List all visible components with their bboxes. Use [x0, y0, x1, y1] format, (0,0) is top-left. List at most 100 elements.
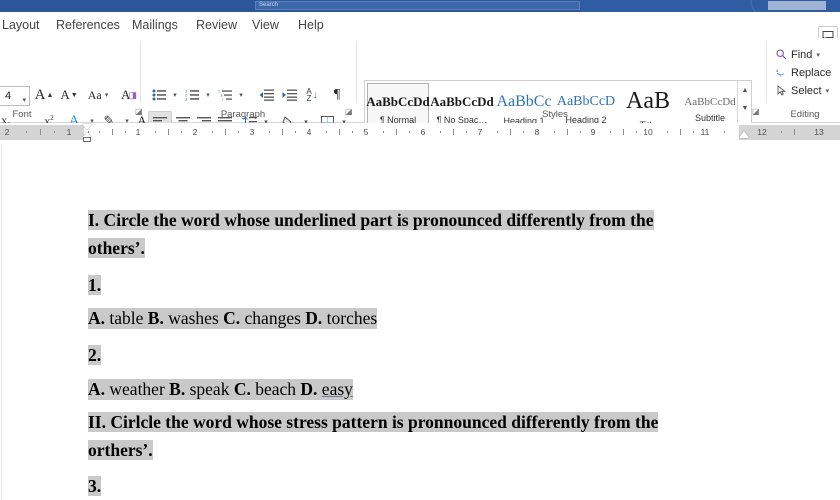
- svg-text:3: 3: [185, 97, 188, 102]
- style-sample: AaBbCc: [496, 93, 551, 111]
- paragraph-question-3[interactable]: 3.: [88, 476, 101, 497]
- replace-button[interactable]: a c Replace: [776, 64, 831, 81]
- grow-font-button[interactable]: A ▲: [32, 84, 56, 106]
- decrease-indent-button[interactable]: [255, 84, 277, 106]
- option-word: torches: [327, 308, 378, 328]
- editing-group-label: Editing: [780, 109, 830, 120]
- down-caret-icon: ▼: [71, 92, 78, 99]
- document-canvas[interactable]: I. Circle the word whose underlined part…: [0, 144, 840, 500]
- ruler-tick: 7: [473, 125, 487, 140]
- option-letter: B.: [148, 308, 164, 328]
- show-formatting-marks-button[interactable]: ¶: [326, 84, 348, 106]
- text-run: II. Cirlcle the word whose stress patter…: [88, 412, 658, 432]
- horizontal-ruler[interactable]: 2 1 1 2 3 4 5 6 7 8 9 10 11 12 13: [0, 123, 840, 144]
- ruler-tick: 4: [302, 125, 316, 140]
- sort-button[interactable]: AZ ↓: [301, 84, 323, 106]
- paragraph-answers-2[interactable]: A. weather B. speak C. beach D. easy: [88, 379, 353, 400]
- tab-references[interactable]: References: [50, 16, 126, 35]
- ruler-tick: 9: [586, 125, 600, 140]
- ruler-tick: 6: [416, 125, 430, 140]
- style-name: Subtitle: [695, 113, 725, 123]
- option-word: table: [109, 308, 143, 328]
- decrease-indent-icon: [259, 89, 274, 101]
- paragraph-heading-2-line-2[interactable]: orthers’.: [88, 440, 153, 461]
- sort-az-icon: AZ: [306, 88, 311, 102]
- chevron-down-icon: ▾: [105, 91, 109, 99]
- title-bar: Search: [0, 0, 840, 12]
- option-word-underlined: easy: [322, 379, 353, 399]
- text-run: I. Circle the word whose underlined part…: [88, 210, 654, 230]
- shrink-font-icon: A: [60, 87, 69, 103]
- grow-font-icon: A: [35, 87, 46, 104]
- sort-arrow-icon: ↓: [313, 90, 318, 101]
- style-sample: AaBbCcDd: [684, 96, 735, 108]
- paragraph-heading-1-line-1[interactable]: I. Circle the word whose underlined part…: [88, 210, 654, 231]
- clear-formatting-button[interactable]: A ◨: [117, 84, 141, 106]
- paragraph-heading-1-line-2[interactable]: others’.: [88, 238, 145, 259]
- option-letter: A.: [88, 308, 105, 328]
- chevron-down-icon: ▾: [206, 91, 210, 99]
- text-run: others’.: [88, 238, 145, 258]
- paragraph-heading-2-line-1[interactable]: II. Cirlcle the word whose stress patter…: [88, 412, 658, 433]
- numbering-dropdown[interactable]: ▾: [202, 84, 214, 106]
- shrink-font-button[interactable]: A ▼: [57, 84, 81, 106]
- ruler-tick: 1: [131, 125, 145, 140]
- paragraph-group-label: Paragraph: [208, 109, 278, 120]
- text-run: 2.: [88, 345, 101, 365]
- numbered-list-icon: 1 2 3: [185, 89, 200, 101]
- option-letter: C.: [234, 379, 251, 399]
- find-label: Find: [791, 49, 812, 61]
- text-run: 3.: [88, 476, 101, 496]
- select-label: Select: [791, 85, 822, 97]
- document-page[interactable]: I. Circle the word whose underlined part…: [1, 144, 839, 500]
- replace-label: Replace: [791, 67, 831, 79]
- option-letter: C.: [223, 308, 240, 328]
- search-box[interactable]: Search: [255, 1, 580, 10]
- styles-dialog-launcher[interactable]: ◪: [752, 108, 760, 116]
- bullets-dropdown[interactable]: ▾: [169, 84, 181, 106]
- style-sample: AaB: [626, 88, 670, 115]
- select-button[interactable]: Select ▾: [776, 82, 829, 99]
- font-dialog-launcher[interactable]: ◪: [135, 108, 143, 116]
- paragraph-question-1[interactable]: 1.: [88, 275, 101, 296]
- cursor-arrow-icon: [776, 85, 787, 96]
- chevron-down-icon: ▾: [826, 87, 830, 95]
- ruler-tick: 8: [530, 125, 544, 140]
- right-indent-marker[interactable]: [739, 131, 749, 138]
- chevron-down-icon: ▾: [239, 91, 243, 99]
- paragraph-question-2[interactable]: 2.: [88, 345, 101, 366]
- font-group-label: Font: [0, 109, 52, 120]
- paragraph-answers-1[interactable]: A. table B. washes C. changes D. torches: [88, 308, 377, 329]
- option-word: beach: [255, 379, 296, 399]
- multilevel-list-dropdown[interactable]: ▾: [235, 84, 247, 106]
- ruler-tick: 3: [245, 125, 259, 140]
- font-size-input[interactable]: 4 ▾: [0, 86, 30, 106]
- multilevel-list-button[interactable]: 1 a i: [214, 84, 236, 106]
- chevron-down-icon: ▾: [173, 91, 177, 99]
- find-button[interactable]: Find ▾: [776, 46, 820, 63]
- ruler-tick: 11: [698, 125, 712, 140]
- eraser-icon: ◨: [128, 90, 137, 101]
- option-letter: D.: [305, 308, 322, 328]
- increase-indent-button[interactable]: [278, 84, 300, 106]
- numbering-button[interactable]: 1 2 3: [181, 84, 203, 106]
- tab-mailings[interactable]: Mailings: [126, 16, 184, 35]
- first-line-indent-marker[interactable]: [82, 124, 92, 130]
- tab-layout[interactable]: Layout: [0, 16, 46, 35]
- chevron-down-icon: ▾: [22, 92, 26, 110]
- bullets-button[interactable]: [148, 84, 170, 106]
- tab-review[interactable]: Review: [190, 16, 243, 35]
- title-bar-account-chip[interactable]: [768, 1, 826, 10]
- option-word: washes: [168, 308, 219, 328]
- tab-view[interactable]: View: [246, 16, 285, 35]
- styles-scroll-up-button[interactable]: ▲: [738, 81, 752, 99]
- replace-icon: a c: [776, 67, 787, 78]
- ruler-tick: 1: [62, 125, 76, 140]
- option-letter: D.: [300, 379, 317, 399]
- search-placeholder: Search: [259, 0, 278, 11]
- styles-scroll-down-button[interactable]: ▼: [738, 99, 752, 117]
- paragraph-dialog-launcher[interactable]: ◪: [345, 108, 353, 116]
- left-indent-marker[interactable]: [83, 137, 91, 142]
- tab-help[interactable]: Help: [292, 16, 330, 35]
- change-case-button[interactable]: Aa ▾: [82, 84, 114, 106]
